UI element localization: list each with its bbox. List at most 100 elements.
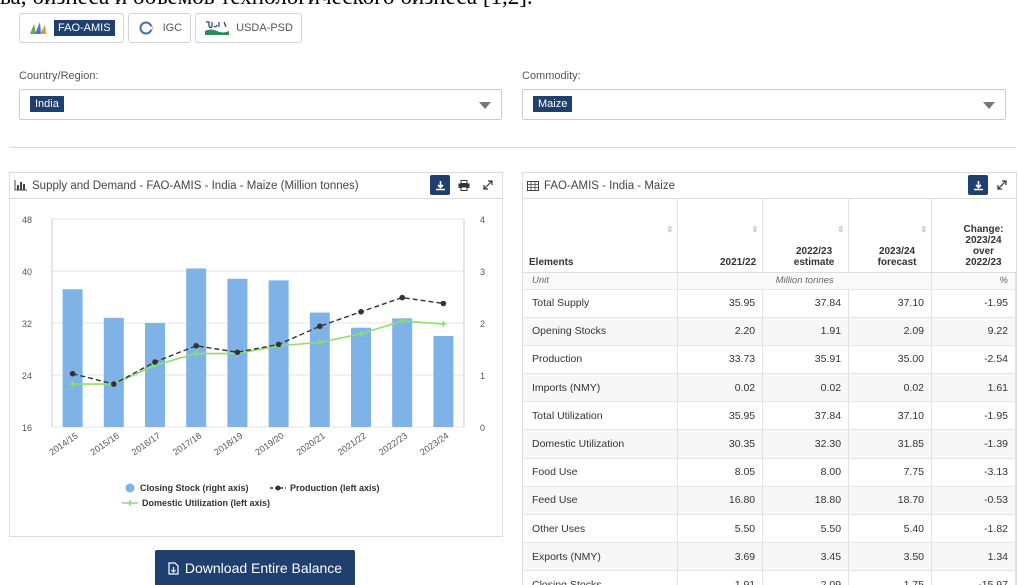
- country-label: Country/Region:: [19, 70, 99, 82]
- unit-pct: %: [931, 272, 1016, 290]
- download-label: Download Entire Balance: [184, 560, 343, 576]
- table-cell-v2: 37.84: [762, 289, 850, 318]
- column-header-2022-23[interactable]: 2022/23 estimate ⇳: [762, 199, 850, 273]
- bar-closing-stock: [103, 317, 124, 427]
- table-cell-name: Domestic Utilization: [523, 429, 679, 459]
- table-title: FAO-AMIS - India - Maize: [544, 179, 676, 192]
- table-cell-v3: 37.10: [848, 289, 933, 318]
- table-cell-v3: 0.02: [848, 373, 933, 403]
- x-axis-tick-label: 2018/19: [212, 430, 244, 457]
- point-production: [152, 359, 158, 365]
- x-axis-tick-label: 2017/18: [171, 430, 203, 457]
- igc-logo-icon: [139, 21, 153, 35]
- table-cell-chg: -1.95: [931, 401, 1016, 431]
- table-cell-name: Other Uses: [523, 514, 679, 544]
- x-axis-tick-label: 2016/17: [130, 430, 162, 457]
- chevron-down-icon[interactable]: [983, 102, 995, 109]
- sort-icon[interactable]: ⇳: [667, 225, 674, 234]
- unit-value: Million tonnes: [677, 272, 933, 290]
- chart-panel: Supply and Demand - FAO-AMIS - India - M…: [9, 172, 503, 537]
- country-select[interactable]: India: [19, 89, 502, 120]
- legend-label-domestic: Domestic Utilization (left axis): [142, 498, 270, 508]
- country-chip[interactable]: India: [30, 96, 64, 112]
- sort-icon[interactable]: ⇳: [837, 225, 844, 234]
- table-cell-v2: 8.00: [762, 458, 850, 487]
- balance-table: Elements ⇳ 2021/22 ⇳ 2022/23 estimate ⇳ 202…: [523, 199, 1016, 585]
- column-header-change[interactable]: Change: 2023/24 over 2022/23: [931, 199, 1016, 273]
- table-cell-v1: 30.35: [677, 429, 764, 459]
- bar-closing-stock: [62, 289, 83, 427]
- right-axis-tick-label: 1: [480, 371, 485, 381]
- table-row: Imports (NMY) 0.02 0.02 0.02 1.61: [523, 373, 1016, 403]
- column-header-elements[interactable]: Elements ⇳: [523, 199, 679, 273]
- filters-panel: Country/Region: India Commodity: Maize: [9, 60, 1016, 148]
- source-label: FAO-AMIS: [54, 20, 115, 36]
- right-axis-tick-label: 3: [480, 267, 485, 277]
- point-production: [317, 323, 323, 330]
- legend-label-production: Production (left axis): [290, 483, 380, 493]
- download-entire-balance-button[interactable]: Download Entire Balance: [155, 550, 355, 585]
- table-row: Exports (NMY) 3.69 3.45 3.50 1.34: [523, 542, 1016, 572]
- unit-label: Unit: [523, 272, 679, 290]
- table-cell-v2: 32.30: [762, 429, 850, 459]
- table-cell-v2: 37.84: [762, 401, 850, 431]
- sort-icon[interactable]: ⇳: [751, 225, 758, 234]
- table-cell-v2: 1.91: [762, 317, 850, 346]
- legend-marker-production: [275, 485, 281, 491]
- table-cell-v1: 5.50: [677, 514, 764, 544]
- source-tab-usda[interactable]: USDA-PSD: [195, 13, 302, 43]
- point-production: [69, 370, 76, 377]
- commodity-chip[interactable]: Maize: [533, 96, 573, 112]
- x-axis-tick-label: 2020/21: [295, 430, 327, 457]
- table-cell-chg: -2.54: [931, 345, 1016, 375]
- table-cell-v3: 35.00: [848, 345, 933, 375]
- point-production: [440, 300, 447, 307]
- download-icon[interactable]: [968, 175, 988, 195]
- column-header-2021-22[interactable]: 2021/22 ⇳: [677, 199, 764, 273]
- legend-marker-domestic: [122, 500, 138, 506]
- left-axis-tick-label: 40: [22, 267, 32, 277]
- table-cell-name: Production: [523, 345, 679, 375]
- table-row: Closing Stocks 1.91 2.09 1.75 -15.97: [523, 570, 1016, 585]
- point-production: [111, 381, 117, 387]
- table-cell-v3: 7.75: [848, 458, 933, 487]
- source-tab-igc[interactable]: IGC: [127, 13, 192, 43]
- table-cell-chg: 9.22: [931, 317, 1016, 346]
- table-cell-v1: 0.02: [677, 373, 764, 403]
- left-axis-tick-label: 48: [22, 215, 32, 225]
- table-cell-v1: 35.95: [677, 289, 764, 318]
- table-cell-v1: 33.73: [677, 345, 764, 375]
- commodity-filter: Commodity: Maize: [522, 70, 1006, 120]
- table-cell-chg: -0.53: [931, 486, 1016, 516]
- right-axis-tick-label: 0: [480, 423, 485, 433]
- page-text-top: ва, бизнеса и объемов технологического б…: [0, 0, 1018, 10]
- sort-icon[interactable]: ⇳: [920, 225, 927, 234]
- bar-closing-stock: [268, 280, 289, 427]
- expand-icon[interactable]: [478, 175, 498, 195]
- expand-icon[interactable]: [992, 175, 1012, 195]
- column-header-2023-24[interactable]: 2023/24 forecast ⇳: [848, 199, 933, 273]
- source-tabs: FAO-AMIS IGC USDA-PSD: [19, 13, 302, 43]
- table-cell-v2: 3.45: [762, 542, 850, 572]
- legend-marker-closing-stock: [125, 483, 135, 493]
- commodity-select[interactable]: Maize: [522, 89, 1006, 120]
- table-cell-name: Opening Stocks: [523, 317, 679, 346]
- table-cell-chg: -15.97: [931, 570, 1016, 585]
- x-axis-tick-label: 2014/15: [47, 430, 79, 457]
- table-cell-v1: 35.95: [677, 401, 764, 431]
- table-cell-chg: -1.95: [931, 289, 1016, 318]
- source-tab-fao[interactable]: FAO-AMIS: [19, 13, 124, 43]
- table-row: Domestic Utilization 30.35 32.30 31.85 -1.39: [523, 429, 1016, 459]
- table-row: Total Utilization 35.95 37.84 37.10 -1.95: [523, 401, 1016, 431]
- table-cell-chg: -3.13: [931, 458, 1016, 487]
- download-icon[interactable]: [430, 175, 450, 195]
- bar-closing-stock: [433, 336, 454, 427]
- print-icon[interactable]: [454, 175, 474, 195]
- left-axis-tick-label: 24: [22, 371, 32, 381]
- table-row: Production 33.73 35.91 35.00 -2.54: [523, 345, 1016, 375]
- table-cell-v3: 18.70: [848, 486, 933, 516]
- chevron-down-icon[interactable]: [479, 102, 491, 109]
- table-cell-name: Exports (NMY): [523, 542, 679, 572]
- table-cell-v1: 1.91: [677, 570, 764, 585]
- point-production: [234, 349, 241, 356]
